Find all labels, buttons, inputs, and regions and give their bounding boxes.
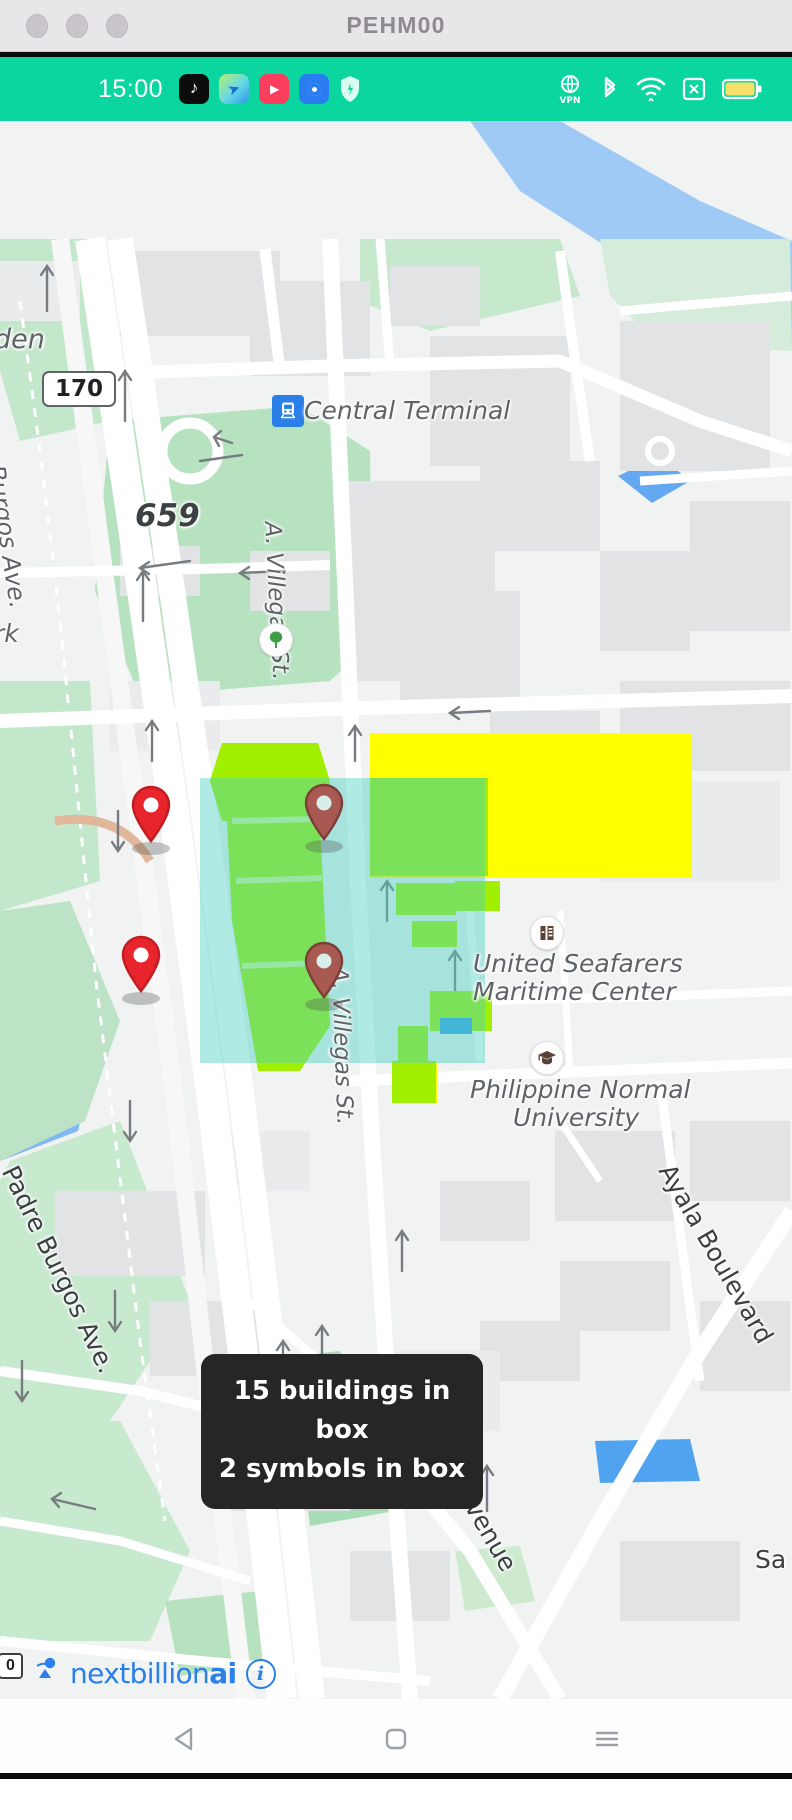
window-title: PEHM00 bbox=[346, 12, 446, 38]
map-attribution: 0 nextbillionai i bbox=[0, 1652, 276, 1691]
battery-icon bbox=[722, 77, 762, 101]
marker-outside-2[interactable] bbox=[113, 933, 169, 1007]
scale-indicator: 0 bbox=[0, 1652, 30, 1689]
marker-shadow bbox=[305, 840, 343, 853]
browser-app-icon bbox=[299, 74, 330, 104]
toast-symbols-count: 2 symbols in box bbox=[218, 1454, 466, 1484]
menu-lines-icon bbox=[595, 1731, 618, 1747]
marker-inside-1[interactable] bbox=[296, 781, 352, 855]
tiktok-icon bbox=[179, 74, 210, 104]
nextbillion-logo[interactable]: nextbillionai bbox=[70, 1657, 237, 1690]
seafarers-line2: Maritime Center bbox=[473, 977, 676, 1006]
marker-shadow bbox=[305, 998, 343, 1011]
nav-home-button[interactable] bbox=[361, 1709, 431, 1769]
toast-buildings-count: 15 buildings in box bbox=[233, 1376, 451, 1445]
nav-bottom-edge bbox=[0, 1773, 792, 1779]
brand-suffix: ai bbox=[209, 1657, 237, 1690]
bluetooth-icon bbox=[600, 75, 620, 103]
window-titlebar: PEHM00 bbox=[0, 0, 792, 52]
park-label: rk bbox=[0, 619, 19, 648]
sim-no-signal-icon bbox=[682, 76, 706, 102]
seafarers-line1: United Seafarers bbox=[473, 949, 683, 978]
android-status-bar: 15:00 VPN bbox=[0, 57, 792, 121]
pnu-line1: Philippine Normal bbox=[470, 1075, 691, 1104]
garden-label: den bbox=[0, 324, 45, 355]
video-app-icon bbox=[259, 74, 290, 104]
vpn-icon: VPN bbox=[556, 74, 584, 104]
tree-icon[interactable] bbox=[259, 623, 293, 657]
nav-recents-button[interactable] bbox=[572, 1709, 642, 1769]
area-number-659: 659 bbox=[135, 498, 200, 534]
app-window: PEHM00 15:00 VPN bbox=[0, 0, 792, 1820]
status-bar-clock: 15:00 bbox=[98, 74, 164, 103]
telegram-icon bbox=[219, 74, 250, 104]
graduation-cap-icon[interactable] bbox=[530, 1041, 564, 1075]
pnu-line2: University bbox=[513, 1103, 640, 1132]
minimize-button[interactable] bbox=[66, 13, 88, 38]
marker-inside-2[interactable] bbox=[296, 939, 352, 1013]
wifi-icon bbox=[636, 76, 666, 102]
nextbillion-compass-icon bbox=[35, 1656, 61, 1691]
train-station-icon[interactable] bbox=[272, 395, 304, 427]
home-square-icon bbox=[385, 1728, 407, 1750]
close-button[interactable] bbox=[26, 13, 48, 38]
zoom-button[interactable] bbox=[106, 13, 128, 38]
status-bar-right-group: VPN bbox=[556, 74, 762, 104]
window-traffic-lights bbox=[26, 13, 128, 38]
back-triangle-icon bbox=[175, 1727, 193, 1751]
marker-outside-1[interactable] bbox=[123, 783, 179, 857]
nav-back-button[interactable] bbox=[150, 1709, 220, 1769]
shield-app-icon bbox=[339, 75, 361, 103]
building-icon[interactable] bbox=[530, 916, 564, 950]
info-icon[interactable]: i bbox=[245, 1658, 276, 1689]
android-nav-bar bbox=[0, 1699, 792, 1779]
query-result-toast: 15 buildings in box 2 symbols in box bbox=[201, 1354, 483, 1509]
brand-prefix: nextbillion bbox=[70, 1657, 210, 1690]
status-bar-left-group: 15:00 bbox=[98, 74, 361, 104]
marker-shadow bbox=[122, 992, 160, 1005]
scale-label: 0 bbox=[0, 1652, 23, 1679]
map-canvas[interactable]: 170 659 den Central Terminal A. Villegas… bbox=[0, 121, 792, 1699]
sa-clipped-label: Sa bbox=[755, 1545, 787, 1574]
svg-text:VPN: VPN bbox=[559, 96, 580, 104]
central-terminal-label: Central Terminal bbox=[304, 396, 511, 425]
marker-shadow bbox=[132, 842, 170, 855]
route-shield-170: 170 bbox=[42, 371, 117, 407]
